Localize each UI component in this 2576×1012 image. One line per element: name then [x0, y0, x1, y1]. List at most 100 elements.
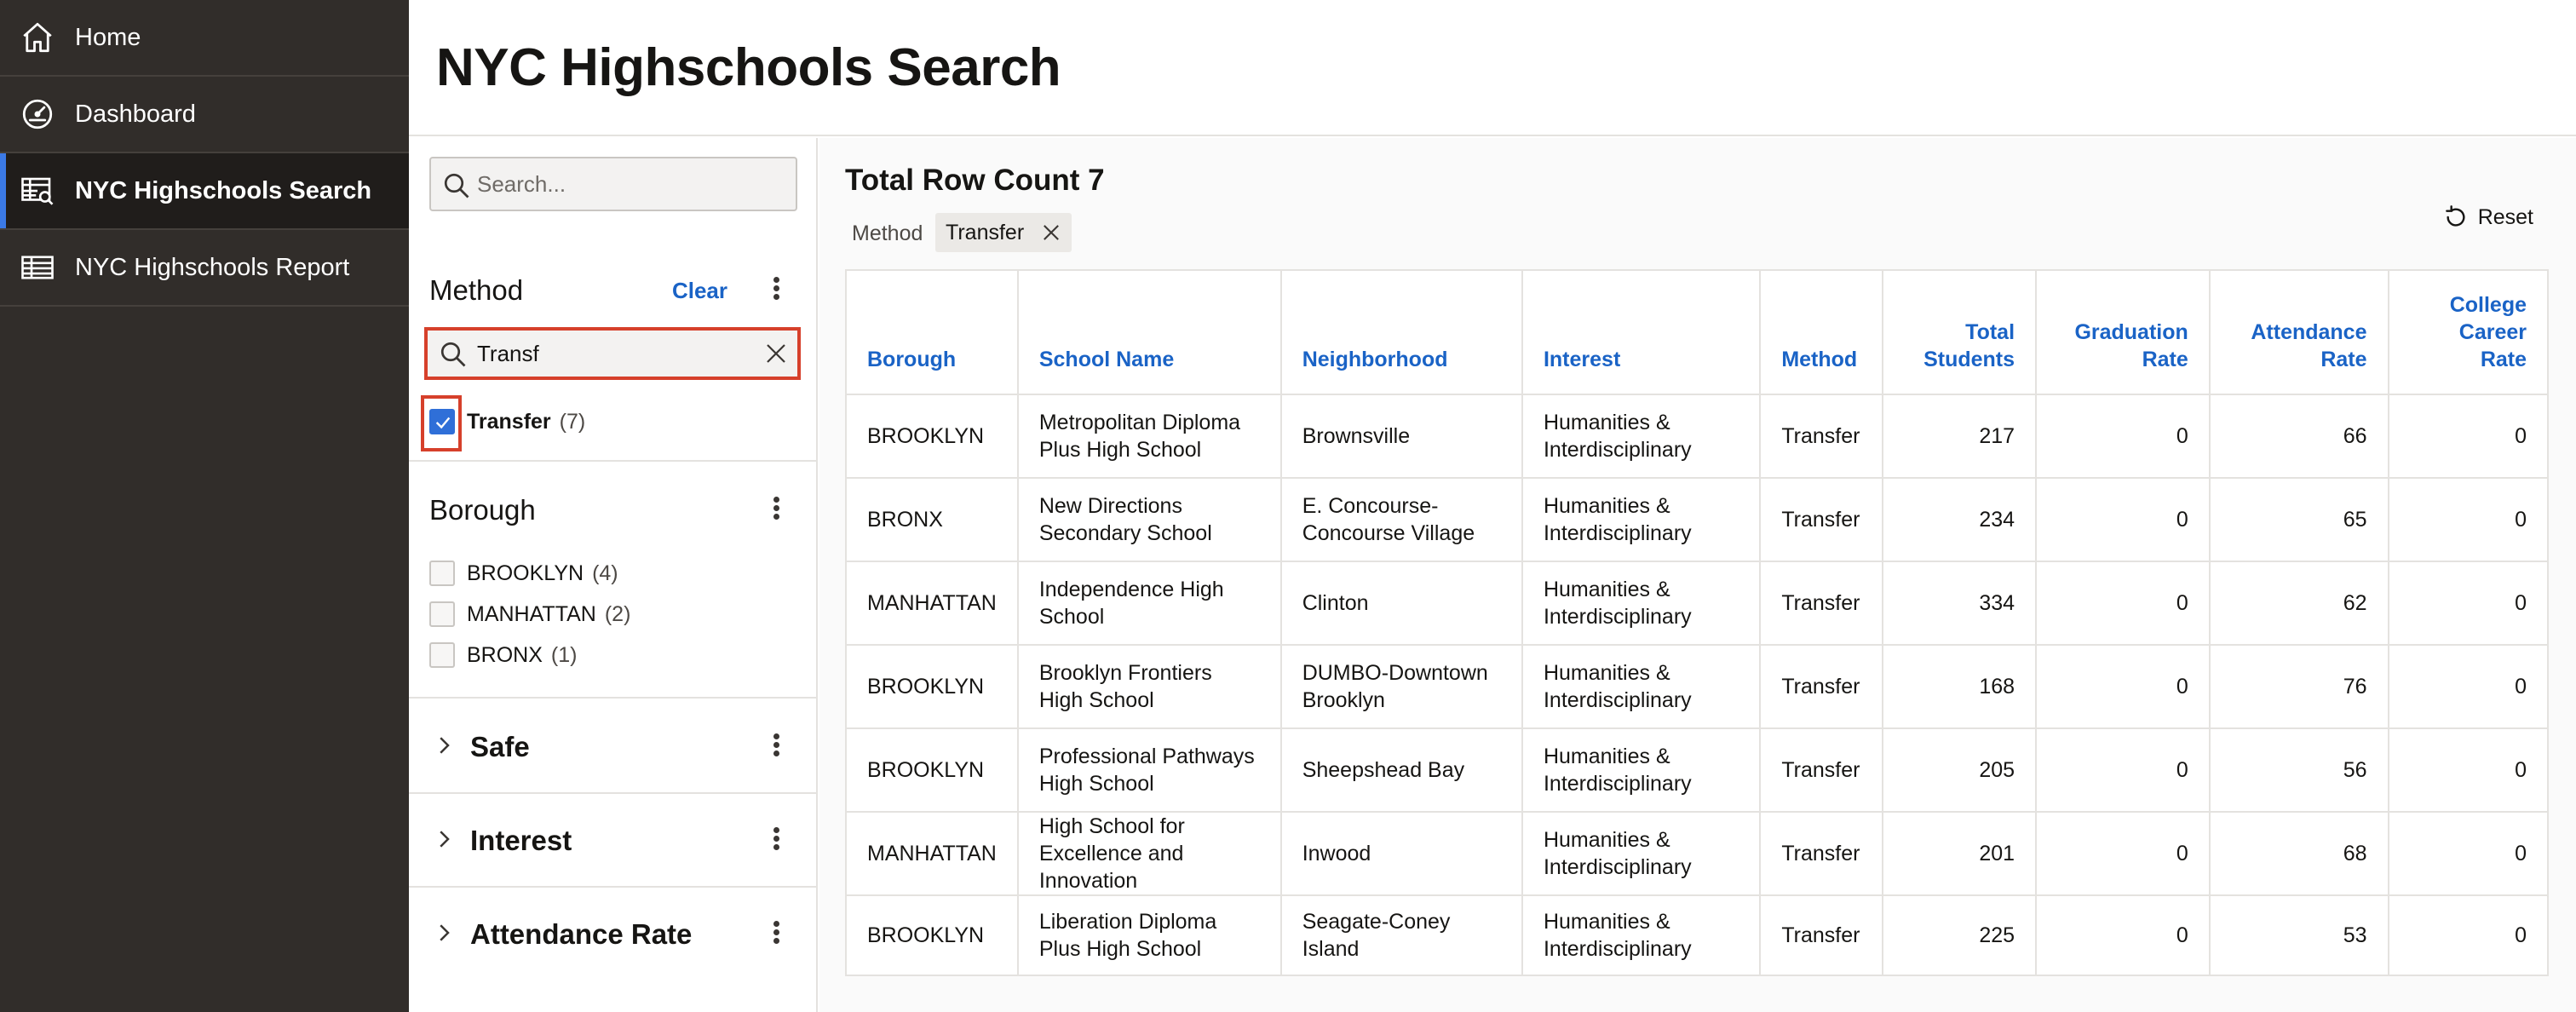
cell-borough: BROOKLYN	[845, 894, 1019, 976]
facet-safe[interactable]: Safe	[409, 700, 816, 794]
facet-option-transfer[interactable]: Transfer (7)	[429, 409, 585, 434]
cell-borough: BROOKLYN	[845, 727, 1019, 813]
cell-total-students: 201	[1882, 811, 2038, 896]
clear-facet-button[interactable]: Clear	[672, 278, 727, 304]
option-count: (4)	[592, 561, 618, 585]
facet-actions-menu-button[interactable]	[770, 918, 782, 949]
checkmark-icon	[435, 417, 451, 429]
page-title: NYC Highschools Search	[436, 38, 1061, 97]
search-input[interactable]	[477, 158, 792, 210]
results-table: Borough School Name Neighborhood Interes…	[845, 269, 2549, 976]
facet-title: Borough	[429, 494, 536, 526]
cell-school-name: New Directions Secondary School	[1016, 477, 1282, 562]
cell-interest: Humanities & Interdisciplinary	[1521, 561, 1762, 646]
cell-attendance-rate: 66	[2208, 394, 2389, 479]
cell-college-career-rate: 0	[2387, 727, 2549, 813]
cell-college-career-rate: 0	[2387, 811, 2549, 896]
nav-item-nyc-highschools-search[interactable]: NYC Highschools Search	[0, 153, 409, 230]
cell-college-career-rate: 0	[2387, 477, 2549, 562]
facet-actions-menu-button[interactable]	[770, 731, 782, 762]
option-label: Transfer	[467, 409, 551, 434]
faceted-search-box	[429, 157, 797, 211]
cell-graduation-rate: 0	[2035, 811, 2211, 896]
reset-icon	[2445, 205, 2465, 227]
option-count: (7)	[559, 409, 586, 434]
cell-attendance-rate: 56	[2208, 727, 2389, 813]
cell-attendance-rate: 76	[2208, 644, 2389, 729]
column-header-college-career-rate[interactable]: College Career Rate	[2387, 269, 2549, 395]
column-header-method[interactable]: Method	[1759, 269, 1884, 395]
nav-item-dashboard[interactable]: Dashboard	[0, 77, 409, 153]
cell-neighborhood: DUMBO-Downtown Brooklyn	[1279, 644, 1523, 729]
cell-method: Transfer	[1759, 727, 1884, 813]
cell-method: Transfer	[1759, 811, 1884, 896]
column-header-graduation-rate[interactable]: Graduation Rate	[2035, 269, 2211, 395]
cell-school-name: Liberation Diploma Plus High School	[1016, 894, 1282, 976]
facet-actions-menu-button[interactable]	[770, 274, 782, 305]
table-search-icon	[19, 172, 56, 210]
facet-option-brooklyn[interactable]: BROOKLYN (4)	[429, 561, 618, 586]
column-header-borough[interactable]: Borough	[845, 269, 1019, 395]
cell-graduation-rate: 0	[2035, 727, 2211, 813]
table-row: BROOKLYN Brooklyn Frontiers High School DUM…	[845, 644, 2549, 729]
cell-method: Transfer	[1759, 394, 1884, 479]
cell-college-career-rate: 0	[2387, 894, 2549, 976]
facet-method: Method Clear Transfer (7)	[409, 232, 816, 462]
faceted-search-panel: Method Clear Transfer (7) Borough BROOKL…	[409, 138, 818, 1012]
facet-attendance-rate[interactable]: Attendance Rate	[409, 888, 816, 981]
facet-title: Interest	[470, 825, 572, 856]
remove-filter-icon[interactable]	[1039, 221, 1063, 244]
column-header-neighborhood[interactable]: Neighborhood	[1279, 269, 1523, 395]
facet-title: Attendance Rate	[470, 918, 693, 950]
nav-item-home[interactable]: Home	[0, 0, 409, 77]
column-header-attendance-rate[interactable]: Attendance Rate	[2208, 269, 2389, 395]
cell-school-name: Brooklyn Frontiers High School	[1016, 644, 1282, 729]
facet-interest[interactable]: Interest	[409, 794, 816, 888]
facet-actions-menu-button[interactable]	[770, 494, 782, 525]
nav-item-label: NYC Highschools Report	[75, 253, 350, 281]
cell-neighborhood: E. Concourse- Concourse Village	[1279, 477, 1523, 562]
cell-total-students: 205	[1882, 727, 2038, 813]
checkbox[interactable]	[429, 601, 455, 627]
cell-graduation-rate: 0	[2035, 477, 2211, 562]
checkbox[interactable]	[429, 409, 455, 434]
nav-item-label: Dashboard	[75, 100, 196, 128]
option-count: (2)	[604, 601, 631, 626]
facet-filter-input[interactable]	[477, 331, 750, 377]
cell-borough: MANHATTAN	[845, 811, 1019, 896]
cell-method: Transfer	[1759, 477, 1884, 562]
option-label: BRONX	[467, 642, 543, 667]
table-row: BRONX New Directions Secondary School E. Co…	[845, 477, 2549, 562]
cell-method: Transfer	[1759, 644, 1884, 729]
nav-item-label: Home	[75, 23, 141, 51]
facet-option-manhattan[interactable]: MANHATTAN (2)	[429, 601, 630, 627]
column-header-school-name[interactable]: School Name	[1016, 269, 1282, 395]
chevron-right-icon	[440, 924, 450, 941]
dashboard-gauge-icon	[19, 95, 56, 133]
cell-total-students: 334	[1882, 561, 2038, 646]
cell-college-career-rate: 0	[2387, 394, 2549, 479]
cell-school-name: Professional Pathways High School	[1016, 727, 1282, 813]
cell-graduation-rate: 0	[2035, 644, 2211, 729]
facet-actions-menu-button[interactable]	[770, 825, 782, 855]
cell-total-students: 217	[1882, 394, 2038, 479]
checkbox[interactable]	[429, 561, 455, 586]
cell-attendance-rate: 65	[2208, 477, 2389, 562]
cell-college-career-rate: 0	[2387, 561, 2549, 646]
table-row: BROOKLYN Metropolitan Diploma Plus High Sc…	[845, 394, 2549, 479]
column-header-interest[interactable]: Interest	[1521, 269, 1762, 395]
reset-button[interactable]: Reset	[2442, 196, 2533, 239]
clear-filter-icon[interactable]	[763, 341, 789, 366]
reset-label: Reset	[2477, 204, 2533, 229]
cell-school-name: High School for Excellence and Innovation	[1016, 811, 1282, 896]
facet-option-bronx[interactable]: BRONX (1)	[429, 642, 577, 668]
total-row-count: Total Row Count 7	[845, 164, 1105, 197]
column-header-total-students[interactable]: Total Students	[1882, 269, 2038, 395]
facet-title: Method	[429, 274, 524, 306]
cell-graduation-rate: 0	[2035, 394, 2211, 479]
cell-borough: BROOKLYN	[845, 644, 1019, 729]
checkbox[interactable]	[429, 642, 455, 668]
nav-item-nyc-highschools-report[interactable]: NYC Highschools Report	[0, 230, 409, 307]
active-filter-facet-label: Method	[852, 221, 923, 245]
side-navigation: Home Dashboard NYC Highschools Search NY…	[0, 0, 409, 1012]
